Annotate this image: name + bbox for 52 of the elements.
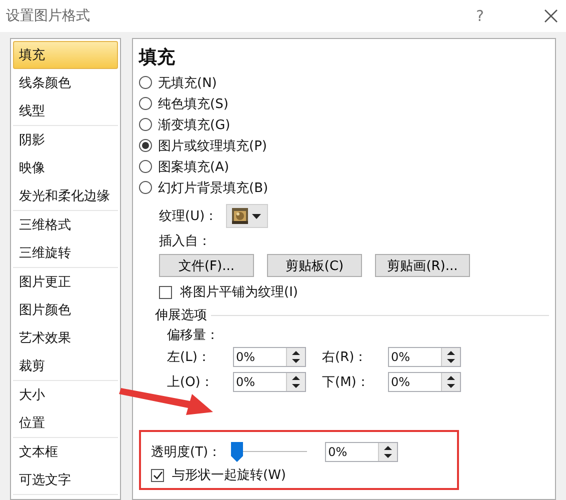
radio-button[interactable] (139, 139, 152, 152)
radio-button[interactable] (139, 160, 152, 173)
help-button[interactable]: ? (476, 7, 484, 25)
category-item[interactable]: 填充 (13, 41, 118, 69)
texture-label: 纹理(U)： (159, 208, 218, 225)
category-item[interactable]: 艺术效果 (13, 324, 118, 352)
category-item[interactable]: 发光和柔化边缘 (13, 182, 118, 210)
category-item[interactable]: 位置 (13, 409, 118, 437)
section-heading: 填充 (139, 46, 176, 69)
texture-dropdown[interactable] (226, 204, 268, 228)
radio-button[interactable] (139, 118, 152, 131)
checkbox[interactable] (159, 286, 172, 298)
category-item[interactable]: 可选文字 (13, 466, 118, 494)
insert-button[interactable]: 文件(F)... (159, 254, 254, 277)
radio-label[interactable]: 纯色填充(S) (158, 94, 228, 112)
radio-label[interactable]: 无填充(N) (158, 74, 217, 92)
insert-button[interactable]: 剪贴画(R)... (375, 254, 470, 277)
category-item[interactable]: 裁剪 (13, 352, 118, 380)
category-item[interactable]: 三维旋转 (13, 239, 118, 267)
group-title: 伸展选项 (155, 307, 207, 324)
checkbox-label[interactable]: 将图片平铺为纹理(I) (180, 283, 298, 301)
transparency-slider[interactable] (231, 442, 308, 462)
insert-button[interactable]: 剪贴板(C) (267, 254, 362, 277)
category-item[interactable]: 大小 (13, 381, 118, 409)
offset-label: 左(L)： (167, 349, 212, 366)
category-item[interactable]: 线型 (13, 97, 118, 125)
category-item[interactable]: 阴影 (13, 126, 118, 154)
radio-label[interactable]: 渐变填充(G) (158, 116, 230, 134)
checkbox-label[interactable]: 与形状一起旋转(W) (172, 466, 286, 484)
radio-label[interactable]: 图案填充(A) (158, 158, 230, 176)
radio-label[interactable]: 图片或纹理填充(P) (158, 136, 267, 154)
offset-label: 偏移量： (167, 327, 219, 344)
offset-label: 上(O)： (167, 374, 214, 391)
radio-button[interactable] (139, 76, 152, 89)
radio-button[interactable] (139, 181, 152, 194)
category-item[interactable]: 图片更正 (13, 268, 118, 296)
close-icon[interactable] (544, 9, 558, 23)
slider-thumb[interactable] (231, 442, 244, 462)
window-title: 设置图片格式 (6, 7, 91, 25)
category-item[interactable]: 图片颜色 (13, 296, 118, 324)
checkbox[interactable] (151, 468, 164, 482)
category-item[interactable]: 线条颜色 (13, 69, 118, 97)
offset-label: 右(R)： (322, 349, 368, 366)
transparency-label: 透明度(T)： (151, 444, 222, 461)
radio-button[interactable] (139, 97, 152, 110)
category-item[interactable]: 映像 (13, 154, 118, 182)
offset-label: 下(M)： (322, 374, 370, 391)
radio-label[interactable]: 幻灯片背景填充(B) (158, 178, 268, 196)
insert-from-label: 插入自： (159, 233, 212, 251)
category-item[interactable]: 文本框 (13, 438, 118, 466)
category-item[interactable]: 三维格式 (13, 211, 118, 239)
caret-icon (252, 214, 262, 218)
